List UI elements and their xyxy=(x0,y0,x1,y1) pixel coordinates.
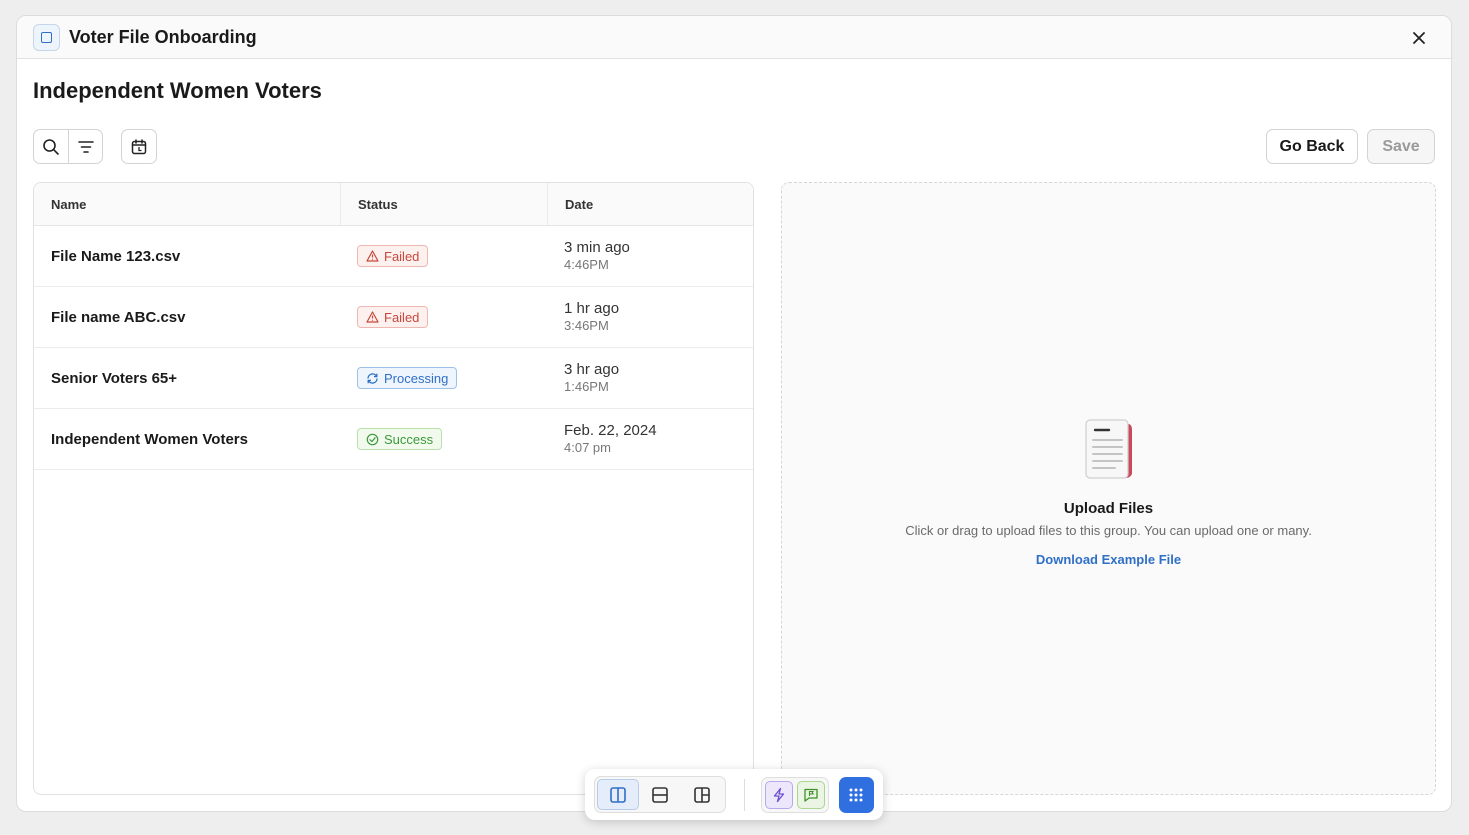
files-table: Name Status Date File Name 123.csv Faile… xyxy=(33,182,754,795)
search-button[interactable] xyxy=(34,130,68,163)
close-icon xyxy=(1413,32,1425,44)
table-row[interactable]: File name ABC.csv Failed 1 hr ago 3:46PM xyxy=(34,287,753,348)
table-row[interactable]: Independent Women Voters Success Feb. 22… xyxy=(34,409,753,470)
status-badge: Processing xyxy=(357,367,458,389)
column-header-date[interactable]: Date xyxy=(547,183,753,225)
check-circle-icon xyxy=(366,433,379,445)
layout-split-vertical-button[interactable] xyxy=(597,779,639,810)
bottom-dock xyxy=(585,769,883,820)
search-filter-group xyxy=(33,129,103,164)
calendar-button[interactable] xyxy=(122,130,156,163)
download-example-link[interactable]: Download Example File xyxy=(1036,552,1181,567)
layout-split-vertical-icon xyxy=(610,786,626,803)
document-icon xyxy=(1082,418,1136,482)
app-window: Voter File Onboarding Independent Women … xyxy=(16,15,1452,812)
save-button[interactable]: Save xyxy=(1367,129,1435,164)
filter-button[interactable] xyxy=(68,130,102,163)
layout-grid-button[interactable] xyxy=(681,779,723,810)
calendar-group xyxy=(121,129,157,164)
chat-flag-button[interactable] xyxy=(796,780,825,809)
relative-date: Feb. 22, 2024 xyxy=(564,422,657,439)
upload-description: Click or drag to upload files to this gr… xyxy=(905,523,1312,538)
relative-date: 1 hr ago xyxy=(564,300,620,317)
window-title: Voter File Onboarding xyxy=(69,26,257,47)
file-name: File Name 123.csv xyxy=(51,247,181,265)
time: 3:46PM xyxy=(564,318,609,333)
dock-divider xyxy=(744,778,745,811)
page-title: Independent Women Voters xyxy=(33,78,322,103)
relative-date: 3 min ago xyxy=(564,239,630,256)
time: 4:46PM xyxy=(564,257,609,272)
layout-split-horizontal-icon xyxy=(652,786,668,803)
status-label: Failed xyxy=(384,248,420,264)
table-header: Name Status Date xyxy=(34,183,753,226)
file-name: File name ABC.csv xyxy=(51,308,186,326)
search-icon xyxy=(43,138,59,155)
status-label: Success xyxy=(384,431,434,447)
relative-date: 3 hr ago xyxy=(564,361,620,378)
app-icon xyxy=(33,23,60,51)
file-name: Senior Voters 65+ xyxy=(51,369,178,387)
status-label: Processing xyxy=(384,370,449,386)
column-header-status[interactable]: Status xyxy=(340,183,547,225)
table-row[interactable]: Senior Voters 65+ Processing 3 hr ago 1:… xyxy=(34,348,753,409)
go-back-button[interactable]: Go Back xyxy=(1266,129,1358,164)
time: 4:07 pm xyxy=(564,440,611,455)
apps-grid-button[interactable] xyxy=(838,776,874,813)
apps-grid-icon xyxy=(849,788,863,801)
lightning-icon xyxy=(773,787,785,802)
layout-grid-icon xyxy=(694,786,710,803)
title-bar: Voter File Onboarding xyxy=(17,16,1451,59)
calendar-icon xyxy=(131,138,147,154)
status-label: Failed xyxy=(384,309,420,325)
close-button[interactable] xyxy=(1409,28,1429,48)
upload-title: Upload Files xyxy=(1063,500,1154,517)
status-badge: Failed xyxy=(357,245,429,267)
warning-icon xyxy=(366,311,379,323)
layout-switcher xyxy=(594,776,726,813)
status-badge: Failed xyxy=(357,306,429,328)
layout-split-horizontal-button[interactable] xyxy=(639,779,681,810)
upload-dropzone[interactable]: Upload Files Click or drag to upload fil… xyxy=(781,182,1436,795)
warning-icon xyxy=(366,250,379,262)
time: 1:46PM xyxy=(564,379,609,394)
column-header-name[interactable]: Name xyxy=(34,183,340,225)
filter-icon xyxy=(77,140,94,153)
chat-flag-icon xyxy=(804,788,818,802)
status-badge: Success xyxy=(357,428,443,450)
table-row[interactable]: File Name 123.csv Failed 3 min ago 4:46P… xyxy=(34,226,753,287)
quick-actions xyxy=(760,776,829,813)
lightning-button[interactable] xyxy=(764,780,793,809)
refresh-icon xyxy=(367,372,378,384)
file-name: Independent Women Voters xyxy=(51,430,248,448)
